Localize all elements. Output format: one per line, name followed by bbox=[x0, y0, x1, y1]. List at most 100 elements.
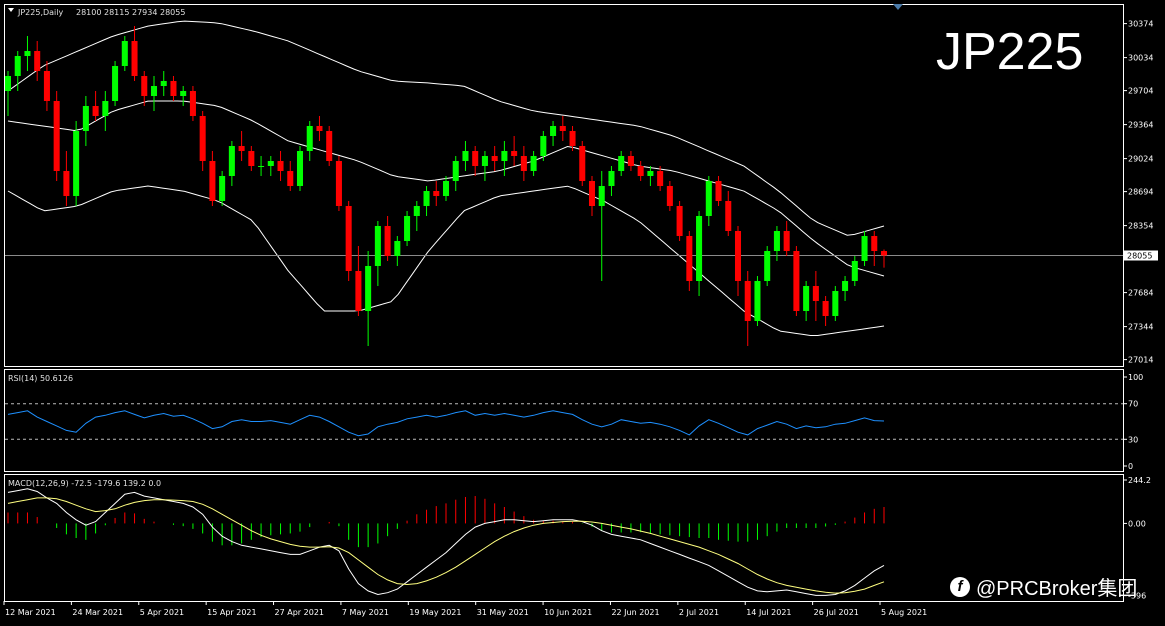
candle-body bbox=[365, 266, 372, 311]
candle-body bbox=[657, 171, 664, 186]
price-tick-label: 29704 bbox=[1128, 87, 1153, 96]
candle-body bbox=[277, 161, 284, 171]
candle-body bbox=[92, 106, 99, 116]
candle-body bbox=[803, 286, 810, 311]
candle-body bbox=[160, 81, 167, 86]
candle-body bbox=[180, 91, 187, 96]
candle-body bbox=[832, 291, 839, 316]
candle-body bbox=[355, 271, 362, 311]
price-tick-label: 27684 bbox=[1128, 289, 1153, 298]
date-tick-label: 27 Apr 2021 bbox=[275, 608, 324, 617]
date-tick-label: 15 Apr 2021 bbox=[207, 608, 256, 617]
price-tick-label: 27014 bbox=[1128, 356, 1153, 365]
candle-body bbox=[24, 51, 31, 56]
rsi-tick-label: 70 bbox=[1128, 400, 1138, 409]
candle-body bbox=[73, 131, 80, 196]
brand-logo-icon: f bbox=[950, 576, 970, 597]
candle-body bbox=[121, 41, 128, 66]
candle-body bbox=[491, 156, 498, 161]
candle-body bbox=[842, 281, 849, 291]
date-tick-label: 19 May 2021 bbox=[409, 608, 461, 617]
candle-body bbox=[851, 261, 858, 281]
symbol-label: JP225,Daily bbox=[17, 8, 64, 17]
price-tick-label: 29024 bbox=[1128, 155, 1153, 164]
date-tick-label: 10 Jun 2021 bbox=[544, 608, 592, 617]
candle-body bbox=[189, 91, 196, 116]
brand-tag: f @PRCBroker集团 bbox=[950, 572, 1137, 601]
date-tick-label: 7 May 2021 bbox=[342, 608, 389, 617]
candle-body bbox=[102, 101, 109, 116]
candle-body bbox=[647, 171, 654, 176]
candle-body bbox=[744, 281, 751, 321]
candle-body bbox=[63, 171, 70, 196]
ohlc-label: 28100 28115 27934 28055 bbox=[76, 8, 185, 17]
symbol-watermark: JP225 bbox=[936, 23, 1084, 81]
rsi-line bbox=[7, 410, 885, 437]
candle-body bbox=[296, 151, 304, 186]
candle-body bbox=[112, 66, 119, 101]
rsi-pane-frame bbox=[4, 369, 1124, 472]
candle-body bbox=[773, 231, 780, 251]
macd-tick-label: 244.2 bbox=[1128, 476, 1151, 485]
candle-body bbox=[511, 151, 518, 156]
date-tick-label: 26 Jul 2021 bbox=[814, 608, 859, 617]
date-tick-label: 2 Jul 2021 bbox=[679, 608, 719, 617]
candle-body bbox=[481, 156, 488, 166]
candle-body bbox=[219, 176, 226, 201]
candle-body bbox=[34, 51, 41, 71]
candle-body bbox=[734, 231, 742, 281]
candle-body bbox=[326, 131, 333, 161]
candle-body bbox=[472, 151, 479, 166]
rsi-tick-label: 0 bbox=[1128, 462, 1133, 471]
rsi-tick-label: 30 bbox=[1128, 435, 1138, 444]
candle-body bbox=[861, 236, 868, 261]
date-tick-label: 5 Aug 2021 bbox=[881, 608, 927, 617]
candle-body bbox=[423, 191, 430, 206]
candle-body bbox=[676, 206, 683, 236]
candle-body bbox=[53, 101, 60, 171]
candle-body bbox=[170, 81, 177, 96]
candle-body bbox=[384, 226, 391, 256]
candle-body bbox=[705, 181, 712, 216]
candle-body bbox=[598, 186, 605, 206]
dropdown-arrow-icon[interactable] bbox=[8, 8, 14, 12]
bollinger-upper-line bbox=[7, 20, 885, 236]
candle-body bbox=[793, 251, 800, 311]
candle-body bbox=[783, 231, 790, 251]
bollinger-lower-line bbox=[7, 185, 885, 336]
candle-body bbox=[394, 241, 401, 256]
price-tick-label: 30374 bbox=[1128, 20, 1153, 29]
candle-body bbox=[82, 106, 89, 131]
candle-body bbox=[43, 71, 50, 101]
candle-body bbox=[588, 181, 596, 206]
current-price-tag-label: 28055 bbox=[1127, 252, 1152, 261]
candle-body bbox=[306, 126, 313, 151]
candle-body bbox=[618, 156, 625, 171]
candle-body bbox=[812, 286, 819, 301]
candle-body bbox=[238, 146, 245, 151]
candle-body bbox=[335, 161, 342, 206]
candle-body bbox=[871, 236, 878, 251]
candle-body bbox=[452, 161, 459, 181]
candle-body bbox=[433, 191, 440, 196]
candle-body bbox=[686, 236, 693, 281]
candle-body bbox=[374, 226, 381, 266]
candle-body bbox=[267, 161, 274, 166]
candle-body bbox=[228, 146, 235, 176]
date-tick-label: 22 Jun 2021 bbox=[611, 608, 659, 617]
candle-body bbox=[666, 186, 673, 206]
brand-text: @PRCBroker集团 bbox=[976, 578, 1138, 600]
candle-body bbox=[627, 156, 634, 166]
candle-body bbox=[345, 206, 352, 271]
shift-marker-icon[interactable] bbox=[893, 4, 903, 10]
candle-body bbox=[520, 156, 527, 171]
candle-body bbox=[637, 166, 644, 176]
candle-body bbox=[248, 151, 255, 166]
candle-body bbox=[501, 151, 508, 161]
macd-tick-label: 0.00 bbox=[1128, 519, 1146, 528]
price-tick-label: 28354 bbox=[1128, 222, 1153, 231]
candle-body bbox=[413, 206, 420, 216]
date-tick-label: 12 Mar 2021 bbox=[5, 608, 56, 617]
candle-body bbox=[559, 126, 566, 131]
candle-body bbox=[150, 86, 158, 96]
